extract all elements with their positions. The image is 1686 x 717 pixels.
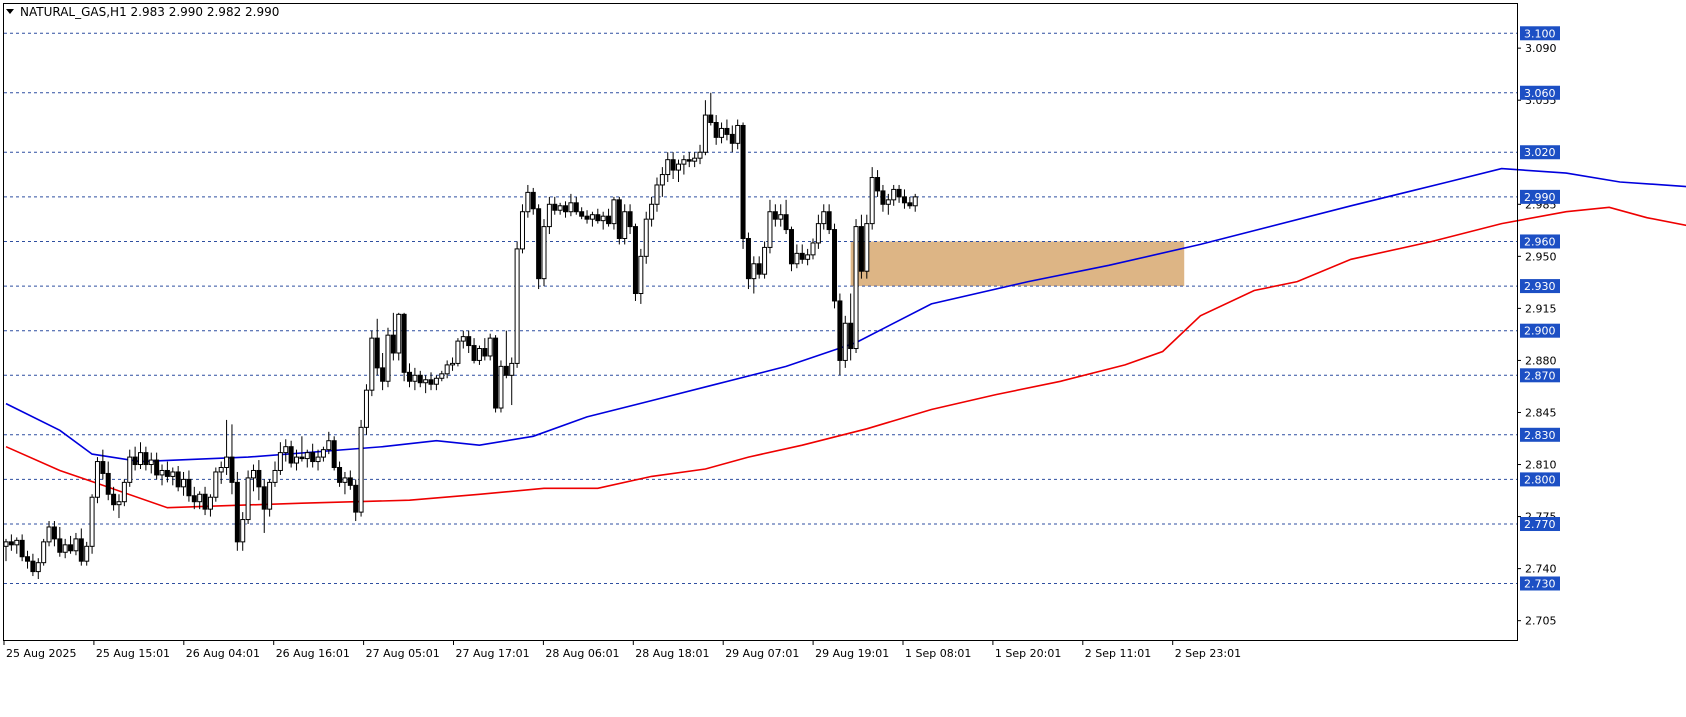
candle <box>519 204 525 254</box>
candle <box>487 333 493 361</box>
level-price-label: 2.960 <box>1524 235 1556 248</box>
price-tick-label: 2.915 <box>1525 302 1557 315</box>
candle <box>234 471 240 551</box>
candle <box>213 467 219 502</box>
time-tick-label: 26 Aug 16:01 <box>276 647 350 660</box>
level-price-label: 3.020 <box>1524 146 1556 159</box>
candle <box>541 219 547 287</box>
level-price-label: 2.990 <box>1524 191 1556 204</box>
level-price-label: 2.870 <box>1524 369 1556 382</box>
time-tick-label: 25 Aug 15:01 <box>96 647 170 660</box>
price-tick-label: 2.950 <box>1525 250 1557 263</box>
time-tick-label: 2 Sep 23:01 <box>1175 647 1241 660</box>
price-tick-label: 2.705 <box>1525 615 1557 628</box>
time-tick-label: 29 Aug 07:01 <box>725 647 799 660</box>
candle <box>94 457 100 504</box>
price-tick-label: 2.740 <box>1525 563 1557 576</box>
candle <box>369 330 375 397</box>
candle <box>358 419 364 517</box>
time-tick-label: 1 Sep 08:01 <box>905 647 971 660</box>
level-price-label: 2.800 <box>1524 473 1556 486</box>
candle <box>762 241 768 279</box>
time-tick-label: 29 Aug 19:01 <box>815 647 889 660</box>
candle <box>536 204 542 290</box>
level-price-label: 3.060 <box>1524 87 1556 100</box>
chart-window[interactable]: 3.090 3.055 2.985 2.950 2.915 2.880 2.845 2.810… <box>0 0 1686 713</box>
price-tick-label: 2.880 <box>1525 354 1557 367</box>
level-price-label: 2.730 <box>1524 577 1556 590</box>
candle <box>632 223 638 301</box>
candle <box>385 327 391 388</box>
chart-header: NATURAL_GAS,H1 2.983 2.990 2.982 2.990 <box>6 5 279 19</box>
candle <box>41 538 47 566</box>
candle <box>740 122 746 249</box>
candle <box>493 335 499 413</box>
candle <box>89 494 95 554</box>
candle <box>842 315 848 368</box>
candle <box>514 241 520 368</box>
time-tick-label: 28 Aug 18:01 <box>635 647 709 660</box>
candle <box>363 384 369 435</box>
candle <box>245 470 251 525</box>
level-price-label: 2.900 <box>1524 325 1556 338</box>
support-zone-layer <box>850 241 1185 287</box>
candle <box>121 479 127 507</box>
time-tick-label: 27 Aug 17:01 <box>456 647 530 660</box>
time-tick-label: 26 Aug 04:01 <box>186 647 260 660</box>
candle <box>401 312 407 382</box>
time-tick-label: 28 Aug 06:01 <box>545 647 619 660</box>
price-tick-label: 2.810 <box>1525 459 1557 472</box>
candle <box>643 211 649 264</box>
support-zone[interactable] <box>850 241 1185 287</box>
time-tick-label: 25 Aug 2025 <box>6 647 76 660</box>
price-tick-label: 3.090 <box>1525 42 1557 55</box>
level-price-label: 2.930 <box>1524 280 1556 293</box>
level-price-label: 2.770 <box>1524 518 1556 531</box>
candle <box>864 214 870 279</box>
level-price-label: 2.830 <box>1524 429 1556 442</box>
candle <box>455 338 461 367</box>
symbol-info-label: NATURAL_GAS,H1 2.983 2.990 2.982 2.990 <box>20 5 279 19</box>
candle <box>616 196 622 245</box>
time-tick-label: 27 Aug 05:01 <box>366 647 440 660</box>
candle <box>832 223 838 309</box>
candle <box>853 219 859 353</box>
level-price-label: 3.100 <box>1524 27 1556 40</box>
time-tick-label: 1 Sep 20:01 <box>995 647 1061 660</box>
price-chart[interactable]: 3.0903.0552.9852.9502.9152.8802.8452.810… <box>0 0 1686 713</box>
time-tick-label: 2 Sep 11:01 <box>1085 647 1151 660</box>
price-tick-label: 2.845 <box>1525 406 1557 419</box>
candle <box>396 312 402 361</box>
candle <box>498 360 504 413</box>
candle <box>331 436 337 471</box>
